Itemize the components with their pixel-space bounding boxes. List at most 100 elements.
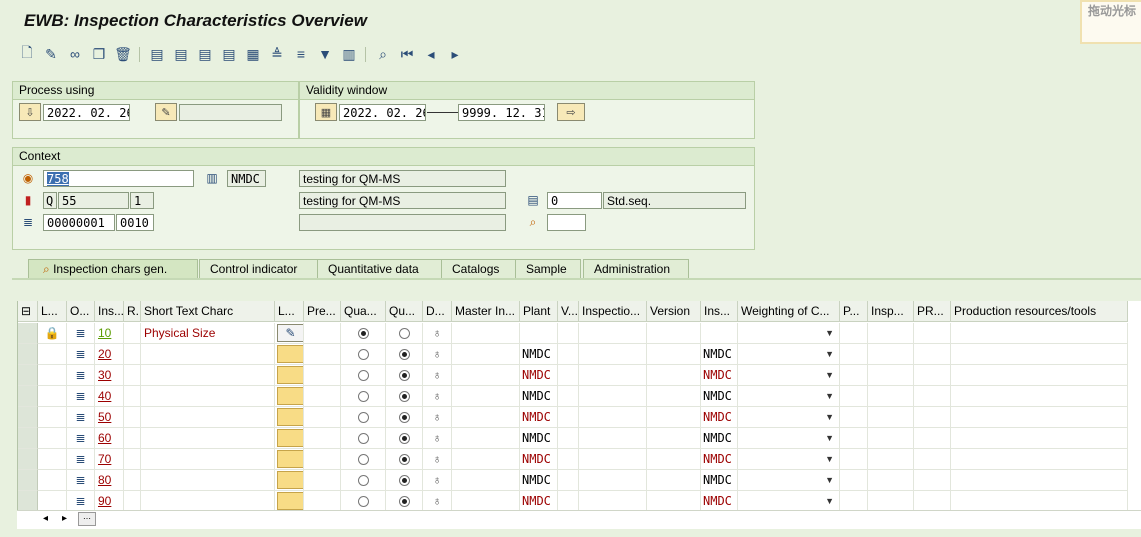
- characteristic-number-link[interactable]: 10: [95, 326, 111, 340]
- short-text-cell[interactable]: [141, 470, 275, 491]
- deselect-icon[interactable]: ▤: [196, 44, 214, 64]
- column-header[interactable]: D...: [423, 301, 452, 322]
- bulb-icon[interactable]: ♁: [423, 365, 451, 385]
- weighting-dropdown[interactable]: ▼: [738, 323, 840, 344]
- tab-administration[interactable]: Administration: [583, 259, 689, 279]
- tab-sample[interactable]: Sample: [515, 259, 581, 279]
- select-block-icon[interactable]: ▤: [148, 44, 166, 64]
- ins-cell[interactable]: 70: [95, 449, 124, 470]
- extra-field[interactable]: [547, 214, 586, 231]
- short-text-cell[interactable]: [141, 491, 275, 512]
- column-header[interactable]: V...: [558, 301, 579, 322]
- tab-control-indicator[interactable]: Control indicator: [199, 259, 318, 279]
- quantitative-radio-cell[interactable]: [386, 470, 423, 491]
- change-number-field[interactable]: [179, 104, 282, 121]
- group-field[interactable]: 55: [58, 192, 129, 209]
- quantitative-radio-cell[interactable]: [386, 386, 423, 407]
- short-text-cell[interactable]: [141, 428, 275, 449]
- validity-from-field[interactable]: 2022. 02. 26: [339, 104, 426, 121]
- long-text-button[interactable]: [277, 366, 303, 384]
- column-header[interactable]: Qua...: [341, 301, 386, 322]
- qualitative-radio[interactable]: [357, 475, 369, 487]
- column-header[interactable]: Short Text Charc: [141, 301, 275, 322]
- process-date-field[interactable]: 2022. 02. 26: [43, 104, 130, 121]
- d-cell[interactable]: ♁: [423, 449, 452, 470]
- qualitative-radio[interactable]: [357, 328, 369, 340]
- long-text-button[interactable]: [277, 408, 303, 426]
- deselect-all-icon[interactable]: ▤: [220, 44, 238, 64]
- column-header[interactable]: Weighting of C...: [738, 301, 840, 322]
- column-header[interactable]: Version: [647, 301, 701, 322]
- qualitative-radio[interactable]: [357, 349, 369, 361]
- qualitative-radio-cell[interactable]: [341, 407, 386, 428]
- row-selector[interactable]: [18, 344, 38, 365]
- bulb-icon[interactable]: ♁: [423, 386, 451, 406]
- ins-cell[interactable]: 50: [95, 407, 124, 428]
- column-header[interactable]: Ins...: [95, 301, 124, 322]
- characteristic-number-link[interactable]: 30: [95, 368, 111, 382]
- column-header[interactable]: L...: [275, 301, 304, 322]
- quantitative-radio-cell[interactable]: [386, 428, 423, 449]
- short-text-cell[interactable]: [141, 344, 275, 365]
- context-id-field[interactable]: 758: [43, 170, 194, 187]
- chevron-down-icon[interactable]: ▼: [825, 428, 834, 448]
- long-text-button[interactable]: [277, 345, 303, 363]
- qualitative-radio-cell[interactable]: [341, 470, 386, 491]
- long-text-button[interactable]: [277, 492, 303, 510]
- ins-cell[interactable]: 90: [95, 491, 124, 512]
- column-header[interactable]: Inspectio...: [579, 301, 647, 322]
- column-header[interactable]: Plant: [520, 301, 558, 322]
- qualitative-radio[interactable]: [357, 412, 369, 424]
- edit-long-text-button[interactable]: ✎: [277, 324, 303, 342]
- characteristic-number-link[interactable]: 80: [95, 473, 111, 487]
- chevron-down-icon[interactable]: ▼: [825, 449, 834, 469]
- quantitative-radio[interactable]: [398, 433, 410, 445]
- qualitative-radio-cell[interactable]: [341, 344, 386, 365]
- find-icon[interactable]: ⌕: [374, 44, 392, 64]
- short-text-cell[interactable]: [141, 386, 275, 407]
- quantitative-radio-cell[interactable]: [386, 491, 423, 512]
- ins-cell[interactable]: 40: [95, 386, 124, 407]
- bulb-icon[interactable]: ♁: [423, 428, 451, 448]
- d-cell[interactable]: ♁: [423, 344, 452, 365]
- characteristic-number-link[interactable]: 60: [95, 431, 111, 445]
- master-insp-cell[interactable]: [452, 365, 520, 386]
- column-header[interactable]: Master In...: [452, 301, 520, 322]
- column-header[interactable]: L...: [38, 301, 67, 322]
- chevron-down-icon[interactable]: ▼: [825, 344, 834, 364]
- validity-to-field[interactable]: 9999. 12. 31: [458, 104, 545, 121]
- short-text-cell[interactable]: [141, 365, 275, 386]
- qualitative-radio-cell[interactable]: [341, 428, 386, 449]
- tab-catalogs[interactable]: Catalogs: [441, 259, 517, 279]
- delete-icon[interactable]: 🗑: [114, 44, 132, 64]
- d-cell[interactable]: ♁: [423, 323, 452, 344]
- column-header[interactable]: Production resources/tools: [951, 301, 1128, 322]
- next-page-icon[interactable]: ▸: [446, 44, 464, 64]
- d-cell[interactable]: ♁: [423, 470, 452, 491]
- row-selector[interactable]: [18, 365, 38, 386]
- quantitative-radio[interactable]: [398, 328, 410, 340]
- qualitative-radio[interactable]: [357, 433, 369, 445]
- quantitative-radio[interactable]: [398, 412, 410, 424]
- long-text-button[interactable]: [277, 471, 303, 489]
- row-selector[interactable]: [18, 491, 38, 512]
- characteristic-number-link[interactable]: 40: [95, 389, 111, 403]
- plant-field[interactable]: NMDC: [227, 170, 266, 187]
- quantitative-radio[interactable]: [398, 349, 410, 361]
- characteristic-number-link[interactable]: 70: [95, 452, 111, 466]
- column-header[interactable]: Pre...: [304, 301, 341, 322]
- qualitative-radio-cell[interactable]: [341, 491, 386, 512]
- scroll-right-icon[interactable]: ▸: [62, 513, 67, 524]
- qualitative-radio[interactable]: [357, 496, 369, 508]
- previous-page-icon[interactable]: ◂: [422, 44, 440, 64]
- master-insp-cell[interactable]: [452, 428, 520, 449]
- d-cell[interactable]: ♁: [423, 491, 452, 512]
- master-insp-cell[interactable]: [452, 323, 520, 344]
- quantitative-radio-cell[interactable]: [386, 365, 423, 386]
- change-number-button[interactable]: ✎: [155, 103, 177, 121]
- process-date-button[interactable]: ⇩: [19, 103, 41, 121]
- ins-cell[interactable]: 60: [95, 428, 124, 449]
- ins-cell[interactable]: 80: [95, 470, 124, 491]
- chevron-down-icon[interactable]: ▼: [825, 491, 834, 511]
- quantitative-radio-cell[interactable]: [386, 323, 423, 344]
